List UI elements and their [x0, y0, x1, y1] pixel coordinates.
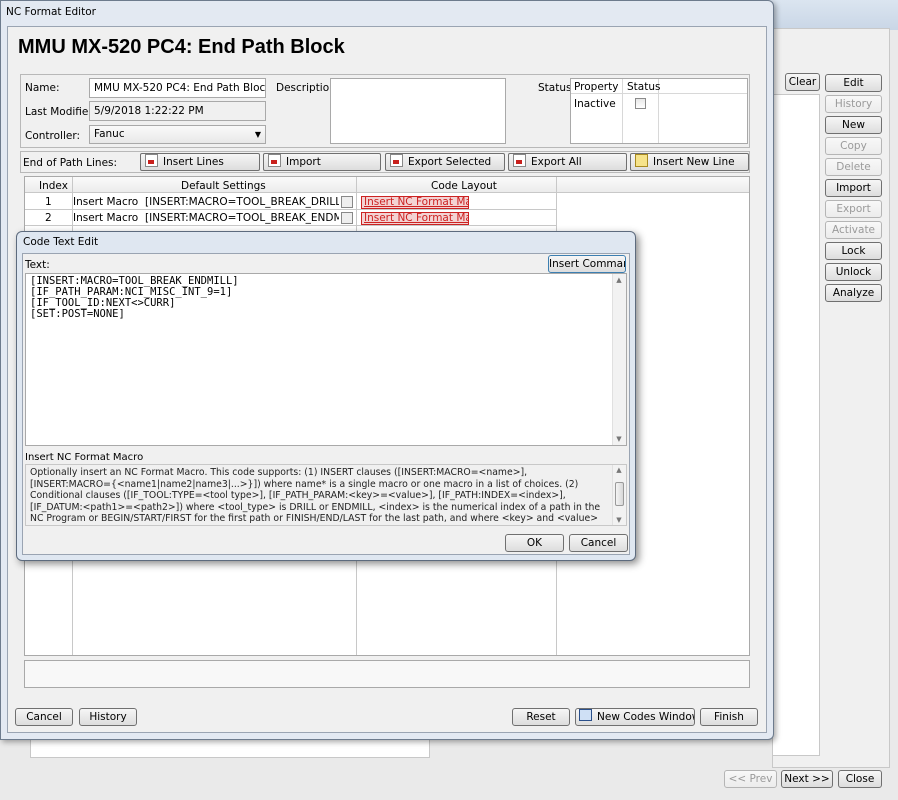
- inactive-checkbox[interactable]: [635, 98, 646, 109]
- dialog-title: Code Text Edit: [23, 236, 99, 248]
- name-field[interactable]: MMU MX-520 PC4: End Path Block: [89, 78, 266, 98]
- last-modified-field: 5/9/2018 1:22:22 PM: [89, 101, 266, 121]
- import-button[interactable]: Import: [263, 153, 381, 171]
- status-table-divider: [622, 79, 623, 143]
- side-button-import[interactable]: Import: [825, 179, 882, 197]
- finish-button[interactable]: Finish: [700, 708, 758, 726]
- side-button-unlock[interactable]: Unlock: [825, 263, 882, 281]
- row-index: 2: [45, 212, 52, 224]
- help-title: Insert NC Format Macro: [25, 452, 144, 463]
- side-button-lock[interactable]: Lock: [825, 242, 882, 260]
- code-line: [SET:POST=NONE]: [30, 308, 125, 320]
- editor-window-title: NC Format Editor: [6, 6, 96, 18]
- new-codes-window-button[interactable]: New Codes Window: [575, 708, 695, 726]
- scroll-up-icon[interactable]: ▲: [612, 276, 626, 284]
- export-all-button[interactable]: Export All: [508, 153, 627, 171]
- prev-button[interactable]: << Prev: [724, 770, 777, 788]
- row-type: Insert Macro: [73, 196, 139, 208]
- status-header-property: Property: [574, 81, 619, 93]
- page-title: MMU MX-520 PC4: End Path Block: [18, 36, 345, 58]
- import-label: Import: [286, 156, 321, 168]
- end-of-path-label: End of Path Lines:: [23, 157, 118, 169]
- side-button-copy[interactable]: Copy: [825, 137, 882, 155]
- code-text-area[interactable]: [INSERT:MACRO=TOOL_BREAK_ENDMILL] [IF_PAT…: [25, 273, 627, 446]
- insert-lines-icon: [145, 154, 158, 167]
- background-bottom-panel: [30, 738, 430, 758]
- controller-select[interactable]: Fanuc ▼: [89, 125, 266, 144]
- side-button-delete[interactable]: Delete: [825, 158, 882, 176]
- insert-command-button[interactable]: Insert Command: [548, 255, 626, 273]
- export-selected-icon: [390, 154, 403, 167]
- code-lines: [INSERT:MACRO=TOOL_BREAK_ENDMILL] [IF_PAT…: [30, 276, 239, 320]
- status-header-status: Status: [627, 81, 661, 93]
- cancel-button[interactable]: Cancel: [15, 708, 73, 726]
- row-divider: [25, 209, 556, 210]
- close-button[interactable]: Close: [838, 770, 882, 788]
- window-icon: [579, 709, 592, 721]
- controller-label: Controller:: [25, 130, 81, 142]
- ok-button[interactable]: OK: [505, 534, 564, 552]
- row-settings: [INSERT:MACRO=TOOL_BREAK_DRILL][IF_PA: [145, 196, 339, 208]
- new-codes-label: New Codes Window: [597, 711, 695, 723]
- edit-settings-icon[interactable]: [341, 196, 353, 208]
- background-list: [772, 94, 820, 756]
- insert-lines-label: Insert Lines: [163, 156, 224, 168]
- export-selected-label: Export Selected: [408, 156, 492, 168]
- help-text: Optionally insert an NC Format Macro. Th…: [30, 467, 601, 525]
- row-settings: [INSERT:MACRO=TOOL_BREAK_ENDMILL][IF_: [145, 212, 339, 224]
- help-scroll-down-icon[interactable]: ▼: [612, 516, 626, 524]
- side-button-export[interactable]: Export: [825, 200, 882, 218]
- insert-new-line-label: Insert New Line: [653, 156, 735, 168]
- code-layout-link[interactable]: Insert NC Format Macro: [361, 196, 469, 209]
- help-text-box: Optionally insert an NC Format Macro. Th…: [25, 464, 627, 526]
- side-button-analyze[interactable]: Analyze: [825, 284, 882, 302]
- header-index: Index: [39, 180, 68, 192]
- chevron-down-icon: ▼: [254, 130, 261, 139]
- export-all-icon: [513, 154, 526, 167]
- export-all-label: Export All: [531, 156, 582, 168]
- new-line-icon: [635, 154, 648, 167]
- side-button-history[interactable]: History: [825, 95, 882, 113]
- reset-button[interactable]: Reset: [512, 708, 570, 726]
- next-button[interactable]: Next >>: [781, 770, 833, 788]
- code-scrollbar[interactable]: [612, 274, 626, 445]
- header-code-layout: Code Layout: [431, 180, 497, 192]
- text-label: Text:: [25, 259, 50, 271]
- name-label: Name:: [25, 82, 60, 94]
- side-button-edit[interactable]: Edit: [825, 74, 882, 92]
- description-field[interactable]: [330, 78, 506, 144]
- insert-lines-button[interactable]: Insert Lines: [140, 153, 260, 171]
- last-modified-label: Last Modified:: [25, 106, 99, 118]
- controller-value: Fanuc: [94, 128, 125, 140]
- row-type: Insert Macro: [73, 212, 139, 224]
- history-button[interactable]: History: [79, 708, 137, 726]
- row-index: 1: [45, 196, 52, 208]
- help-scroll-up-icon[interactable]: ▲: [612, 466, 626, 474]
- preview-box: [24, 660, 750, 688]
- edit-settings-icon[interactable]: [341, 212, 353, 224]
- table-header-row: [25, 177, 749, 193]
- dialog-cancel-button[interactable]: Cancel: [569, 534, 628, 552]
- import-icon: [268, 154, 281, 167]
- status-table: Property Status Inactive: [570, 78, 748, 144]
- status-property-inactive: Inactive: [574, 98, 616, 110]
- insert-new-line-button[interactable]: Insert New Line: [630, 153, 749, 171]
- clear-button[interactable]: Clear: [785, 73, 820, 91]
- export-selected-button[interactable]: Export Selected: [385, 153, 505, 171]
- side-button-new[interactable]: New: [825, 116, 882, 134]
- row-divider: [25, 225, 556, 226]
- side-button-activate[interactable]: Activate: [825, 221, 882, 239]
- code-layout-link[interactable]: Insert NC Format Macro: [361, 212, 469, 225]
- scroll-down-icon[interactable]: ▼: [612, 435, 626, 443]
- help-scroll-thumb[interactable]: [615, 482, 624, 506]
- header-default-settings: Default Settings: [181, 180, 266, 192]
